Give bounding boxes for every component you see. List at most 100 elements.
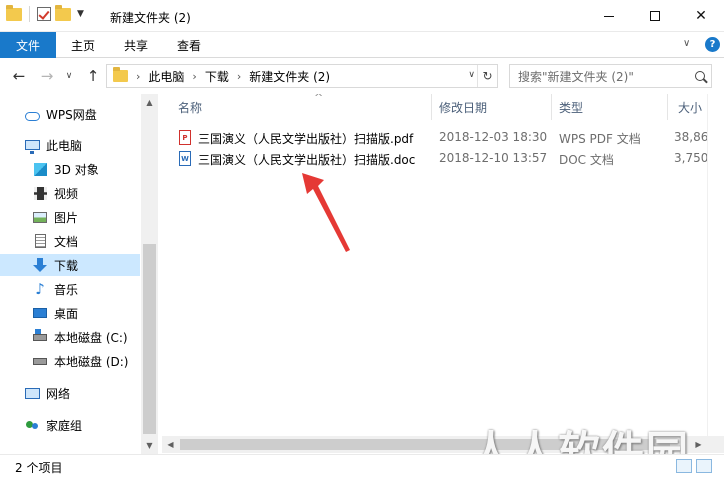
network-icon bbox=[24, 385, 40, 401]
recent-locations-button[interactable]: ∨ bbox=[62, 66, 76, 86]
tab-share[interactable]: 共享 bbox=[124, 32, 148, 58]
column-header-date[interactable]: 修改日期 bbox=[439, 94, 487, 120]
sidebar-item-3d-objects[interactable]: 3D 对象 bbox=[0, 158, 140, 180]
large-icons-view-icon[interactable] bbox=[696, 459, 712, 473]
sidebar-item-label: WPS网盘 bbox=[46, 107, 97, 122]
breadcrumb-separator-icon[interactable]: › bbox=[237, 70, 241, 83]
column-divider[interactable] bbox=[667, 94, 668, 120]
desktop-icon bbox=[32, 305, 48, 321]
scroll-right-icon[interactable]: ▶ bbox=[690, 436, 707, 453]
sidebar-item-homegroup[interactable]: 家庭组 bbox=[0, 414, 140, 436]
help-icon[interactable]: ? bbox=[705, 37, 720, 52]
properties-icon[interactable] bbox=[37, 7, 51, 21]
sidebar-item-label: 视频 bbox=[54, 186, 79, 201]
scroll-up-icon[interactable]: ▲ bbox=[141, 94, 158, 111]
arrow-right-icon: → bbox=[40, 67, 54, 85]
back-button[interactable]: ← bbox=[8, 66, 30, 86]
navigation-pane: WPS网盘 此电脑 3D 对象 视频 图片 文档 下载 ♪ 音乐 桌面 本地磁盘… bbox=[0, 94, 158, 454]
quick-access-toolbar: ▼ bbox=[6, 4, 84, 22]
sidebar-item-drive-d[interactable]: 本地磁盘 (D:) bbox=[0, 350, 140, 372]
forward-button[interactable]: → bbox=[36, 66, 58, 86]
file-name: 三国演义（人民文学出版社）扫描版.pdf bbox=[198, 132, 414, 146]
file-date: 2018-12-10 13:57 bbox=[439, 151, 548, 165]
column-header-label: 名称 bbox=[178, 100, 203, 115]
address-dropdown-icon[interactable]: ∨ bbox=[468, 70, 475, 80]
breadcrumb-separator-icon[interactable]: › bbox=[136, 70, 140, 83]
sidebar-item-music[interactable]: ♪ 音乐 bbox=[0, 278, 140, 300]
sidebar-item-desktop[interactable]: 桌面 bbox=[0, 302, 140, 324]
address-bar[interactable]: › 此电脑 › 下载 › 新建文件夹 (2) ∨ ↻ bbox=[106, 64, 498, 88]
pdf-file-icon: P bbox=[179, 130, 191, 145]
sidebar-item-label: 桌面 bbox=[54, 306, 79, 321]
new-folder-icon[interactable] bbox=[55, 4, 71, 21]
window-title: 新建文件夹 (2) bbox=[110, 11, 191, 25]
sidebar-item-documents[interactable]: 文档 bbox=[0, 230, 140, 252]
arrow-up-icon: ↑ bbox=[86, 67, 100, 85]
scrollbar-thumb[interactable] bbox=[143, 244, 156, 434]
column-header-size[interactable]: 大小 bbox=[678, 94, 702, 120]
sidebar-item-videos[interactable]: 视频 bbox=[0, 182, 140, 204]
breadcrumb-this-pc[interactable]: 此电脑 bbox=[148, 68, 184, 85]
vertical-scrollbar[interactable] bbox=[707, 94, 724, 436]
scroll-left-icon[interactable]: ◀ bbox=[162, 436, 179, 453]
up-button[interactable]: ↑ bbox=[82, 66, 104, 86]
sidebar-item-label: 下载 bbox=[54, 258, 79, 273]
minimize-button[interactable] bbox=[586, 0, 632, 32]
tab-view[interactable]: 查看 bbox=[177, 32, 201, 58]
refresh-icon: ↻ bbox=[482, 69, 493, 83]
sidebar-item-pictures[interactable]: 图片 bbox=[0, 206, 140, 228]
sidebar-item-label: 本地磁盘 (C:) bbox=[54, 330, 128, 345]
sidebar-item-label: 本地磁盘 (D:) bbox=[54, 354, 129, 369]
cloud-icon bbox=[24, 106, 40, 122]
folder-icon bbox=[113, 67, 128, 82]
details-view-icon[interactable] bbox=[676, 459, 692, 473]
sidebar-item-downloads[interactable]: 下载 bbox=[0, 254, 140, 276]
documents-icon bbox=[32, 233, 48, 249]
sidebar-item-label: 此电脑 bbox=[46, 138, 83, 153]
folder-icon bbox=[6, 4, 22, 21]
title-bar: ▼ 新建文件夹 (2) ✕ bbox=[0, 0, 724, 32]
column-header-type[interactable]: 类型 bbox=[559, 94, 583, 120]
sidebar-item-network[interactable]: 网络 bbox=[0, 382, 140, 404]
status-bar: 2 个项目 bbox=[0, 454, 724, 478]
search-box[interactable]: 搜索"新建文件夹 (2)" bbox=[509, 64, 712, 88]
file-size: 3,750 bbox=[674, 151, 709, 165]
divider bbox=[29, 6, 30, 22]
breadcrumb-downloads[interactable]: 下载 bbox=[205, 68, 229, 85]
sidebar-item-label: 图片 bbox=[54, 210, 79, 225]
table-row[interactable]: P 三国演义（人民文学出版社）扫描版.pdf 2018-12-03 18:30 … bbox=[174, 127, 724, 148]
column-divider[interactable] bbox=[551, 94, 552, 120]
sidebar-item-label: 文档 bbox=[54, 234, 79, 249]
pictures-icon bbox=[32, 209, 48, 225]
maximize-button[interactable] bbox=[632, 0, 678, 32]
maximize-icon bbox=[650, 11, 660, 21]
tab-home[interactable]: 主页 bbox=[71, 32, 95, 58]
search-icon[interactable] bbox=[689, 71, 711, 81]
computer-icon bbox=[24, 137, 40, 154]
scroll-down-icon[interactable]: ▼ bbox=[141, 437, 158, 454]
column-header-name[interactable]: 名称 ^ bbox=[178, 94, 323, 120]
sidebar-item-drive-c[interactable]: 本地磁盘 (C:) bbox=[0, 326, 140, 348]
customize-toolbar-icon[interactable]: ▼ bbox=[77, 9, 84, 19]
item-count: 2 个项目 bbox=[15, 461, 63, 475]
sidebar-scrollbar[interactable]: ▲ ▼ bbox=[141, 94, 158, 454]
download-icon bbox=[32, 257, 48, 273]
breadcrumb-current-folder[interactable]: 新建文件夹 (2) bbox=[249, 68, 330, 85]
sidebar-item-this-pc[interactable]: 此电脑 bbox=[0, 134, 140, 156]
column-divider[interactable] bbox=[431, 94, 432, 120]
music-icon: ♪ bbox=[35, 279, 45, 298]
navigation-bar: ← → ∨ ↑ › 此电脑 › 下载 › 新建文件夹 (2) ∨ ↻ 搜索"新建… bbox=[0, 58, 724, 94]
expand-ribbon-icon[interactable]: ∨ bbox=[683, 38, 690, 49]
search-input[interactable]: 搜索"新建文件夹 (2)" bbox=[510, 68, 689, 85]
table-row[interactable]: W 三国演义（人民文学出版社）扫描版.doc 2018-12-10 13:57 … bbox=[174, 148, 724, 169]
sidebar-item-wps-cloud[interactable]: WPS网盘 bbox=[0, 103, 140, 125]
minimize-icon bbox=[604, 15, 614, 17]
file-name: 三国演义（人民文学出版社）扫描版.doc bbox=[198, 153, 416, 167]
close-button[interactable]: ✕ bbox=[678, 0, 724, 32]
tab-file[interactable]: 文件 bbox=[0, 32, 56, 58]
refresh-button[interactable]: ↻ bbox=[477, 65, 497, 87]
breadcrumb-separator-icon[interactable]: › bbox=[192, 70, 196, 83]
sort-ascending-icon: ^ bbox=[314, 94, 324, 104]
video-icon bbox=[32, 185, 48, 201]
drive-d-icon bbox=[32, 353, 48, 369]
